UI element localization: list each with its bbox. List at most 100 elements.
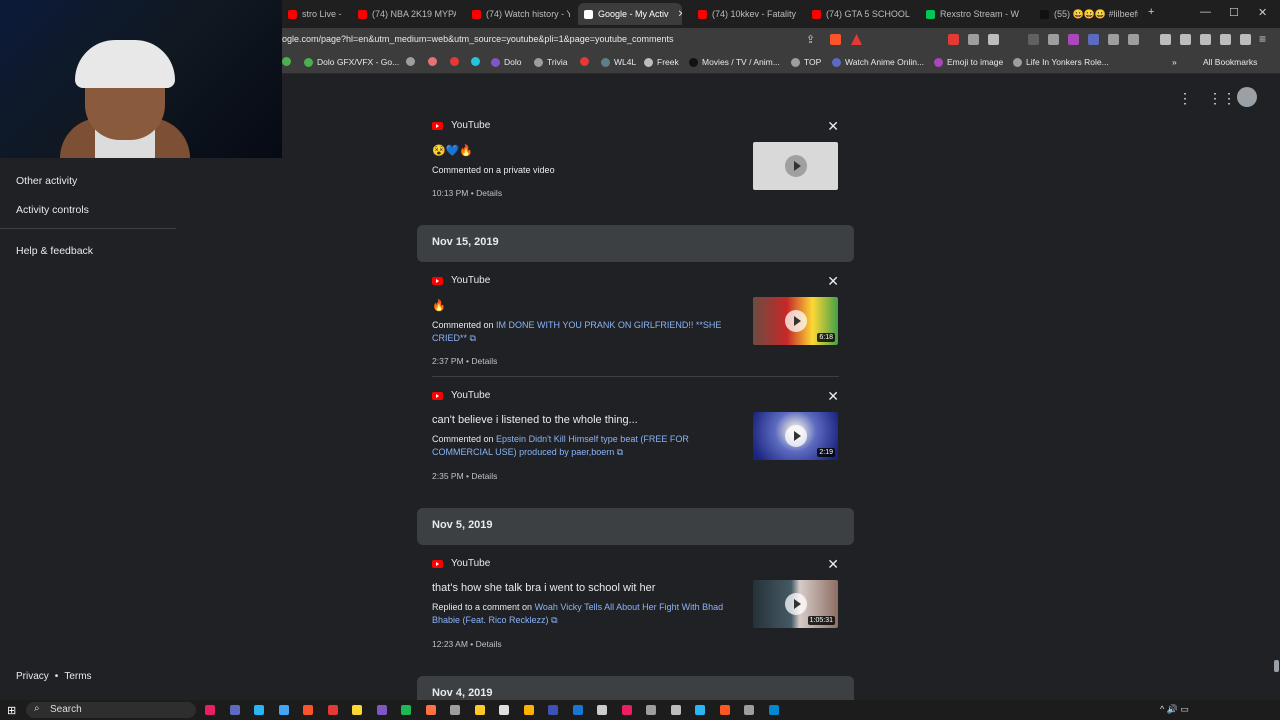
avatar[interactable] (1237, 87, 1257, 107)
extension-icon[interactable] (1068, 34, 1079, 45)
terms-link[interactable]: Terms (64, 671, 91, 682)
music-icon[interactable] (1160, 34, 1171, 45)
bookmark-item[interactable] (471, 57, 484, 66)
taskbar-app-icon[interactable] (327, 705, 338, 715)
puzzle-icon[interactable] (1108, 34, 1119, 45)
bookmark-item[interactable] (450, 57, 463, 66)
play-icon (785, 593, 807, 615)
bookmark-item[interactable]: Freek (644, 57, 679, 67)
external-link-icon: ⧉ (616, 447, 624, 457)
privacy-link[interactable]: Privacy (16, 671, 49, 682)
activity-time[interactable]: 2:37 PM • Details (432, 356, 497, 366)
new-tab-button[interactable]: + (1148, 6, 1154, 18)
delete-item-button[interactable]: ✕ (827, 273, 839, 290)
extension-icon[interactable] (968, 34, 979, 45)
close-window-button[interactable]: ✕ (1258, 6, 1267, 19)
activity-time[interactable]: 12:23 AM • Details (432, 639, 502, 649)
bookmark-item[interactable]: Life In Yonkers Role... (1013, 57, 1109, 67)
bookmark-item[interactable]: Dolo (491, 57, 521, 67)
bookmark-item[interactable]: Emoji to image (934, 57, 1003, 67)
share-icon[interactable]: ⇪ (806, 33, 815, 46)
video-thumbnail[interactable]: 2:19 (753, 412, 838, 460)
browser-tab[interactable]: Rexstro Stream - W (920, 3, 1024, 25)
leo-icon[interactable] (1220, 34, 1231, 45)
close-tab-icon[interactable]: ✕ (678, 9, 682, 20)
browser-tab[interactable]: (74) Watch history - Yo (466, 3, 570, 25)
wallet-icon[interactable] (1200, 34, 1211, 45)
menu-icon[interactable]: ≡ (1259, 32, 1266, 46)
url-field[interactable]: ogle.com/page?hl=en&utm_medium=web&utm_s… (282, 34, 674, 44)
taskbar-app-icon[interactable] (719, 705, 730, 715)
extension-icon[interactable] (988, 34, 999, 45)
sidebar-icon[interactable] (1180, 34, 1191, 45)
taskbar-app-icon[interactable] (670, 705, 681, 715)
sidebar-item-activity-controls[interactable]: Activity controls (16, 204, 89, 216)
taskbar-app-icon[interactable] (254, 705, 264, 715)
taskbar-app-icon[interactable] (376, 705, 387, 715)
taskbar-app-icon[interactable] (572, 705, 583, 715)
bookmark-item[interactable]: Watch Anime Onlin... (832, 57, 924, 67)
taskbar-app-icon[interactable] (548, 705, 558, 715)
taskbar-app-icon[interactable] (450, 705, 460, 715)
taskbar-app-icon[interactable] (278, 705, 289, 715)
bookmark-item[interactable]: Movies / TV / Anim... (689, 57, 780, 67)
video-thumbnail[interactable] (753, 142, 838, 190)
bookmark-item[interactable] (580, 57, 593, 66)
bookmark-item[interactable] (428, 57, 441, 66)
browser-tab[interactable]: (74) NBA 2K19 MYPAR (352, 3, 456, 25)
taskbar-app-icon[interactable] (401, 705, 411, 715)
taskbar-app-icon[interactable] (499, 705, 509, 715)
bookmark-item[interactable]: Dolo GFX/VFX - Go... (304, 57, 399, 67)
bookmark-label: Trivia (547, 57, 568, 67)
delete-item-button[interactable]: ✕ (827, 118, 839, 135)
taskbar-app-icon[interactable] (523, 705, 534, 715)
activity-time[interactable]: 10:13 PM • Details (432, 188, 502, 198)
bookmark-icon[interactable] (282, 57, 291, 66)
sidebar-item-help-feedback[interactable]: Help & feedback (16, 245, 93, 257)
taskbar-app-icon[interactable] (768, 705, 779, 715)
bookmark-item[interactable]: » (1172, 57, 1177, 67)
taskbar-app-icon[interactable] (352, 705, 362, 715)
extension-icon[interactable] (1128, 34, 1139, 45)
taskbar-app-icon[interactable] (425, 705, 436, 715)
browser-tab[interactable]: (74) GTA 5 SCHOOL SE (806, 3, 910, 25)
taskbar-app-icon[interactable] (695, 705, 705, 715)
vpn-icon[interactable] (1240, 34, 1251, 45)
browser-tab[interactable]: (55) 😀😀😀 #lilbeefu (1034, 3, 1138, 25)
taskbar-app-icon[interactable] (303, 705, 313, 715)
taskbar-app-icon[interactable] (621, 705, 632, 715)
sidebar-item-other-activity[interactable]: Other activity (16, 175, 77, 187)
video-thumbnail[interactable]: 1:05:31 (753, 580, 838, 628)
bookmark-item[interactable]: TOP (791, 57, 821, 67)
brave-rewards-icon[interactable] (851, 34, 862, 45)
brave-shield-icon[interactable] (830, 34, 841, 45)
bookmark-item[interactable]: Trivia (534, 57, 567, 67)
bookmark-item[interactable] (406, 57, 419, 66)
delete-item-button[interactable]: ✕ (827, 388, 839, 405)
taskbar-app-icon[interactable] (229, 705, 240, 715)
activity-time[interactable]: 2:35 PM • Details (432, 471, 497, 481)
taskbar-search[interactable]: ⌕ Search (26, 702, 196, 718)
tray-icons[interactable]: ^ 🔊 ▭ (1160, 704, 1189, 715)
video-thumbnail[interactable]: 6:18 (753, 297, 838, 345)
delete-item-button[interactable]: ✕ (827, 556, 839, 573)
browser-tab[interactable]: stro Live - YouT (282, 3, 342, 25)
maximize-button[interactable]: ☐ (1229, 6, 1239, 19)
taskbar-app-icon[interactable] (597, 705, 607, 715)
extension-icon[interactable] (1028, 34, 1039, 45)
bookmark-item[interactable]: WL4L (601, 57, 636, 67)
extension-icon[interactable] (948, 34, 959, 45)
taskbar-app-icon[interactable] (744, 705, 754, 715)
minimize-button[interactable]: — (1200, 6, 1211, 18)
taskbar-app-icon[interactable] (646, 705, 656, 715)
scrollbar[interactable] (1272, 120, 1280, 698)
bookmark-item[interactable]: All Bookmarks (1203, 57, 1257, 67)
extension-icon[interactable] (1048, 34, 1059, 45)
taskbar-app-icon[interactable] (205, 705, 215, 715)
taskbar-app-icon[interactable] (474, 705, 485, 715)
browser-tab[interactable]: Google - My Activ ✕ (578, 3, 682, 25)
windows-start-icon[interactable]: ⊞ (7, 704, 16, 717)
more-options-icon[interactable]: ⋮ (1178, 90, 1192, 107)
extension-icon[interactable] (1088, 34, 1099, 45)
browser-tab[interactable]: (74) 10kkev - Fatality ( (692, 3, 796, 25)
